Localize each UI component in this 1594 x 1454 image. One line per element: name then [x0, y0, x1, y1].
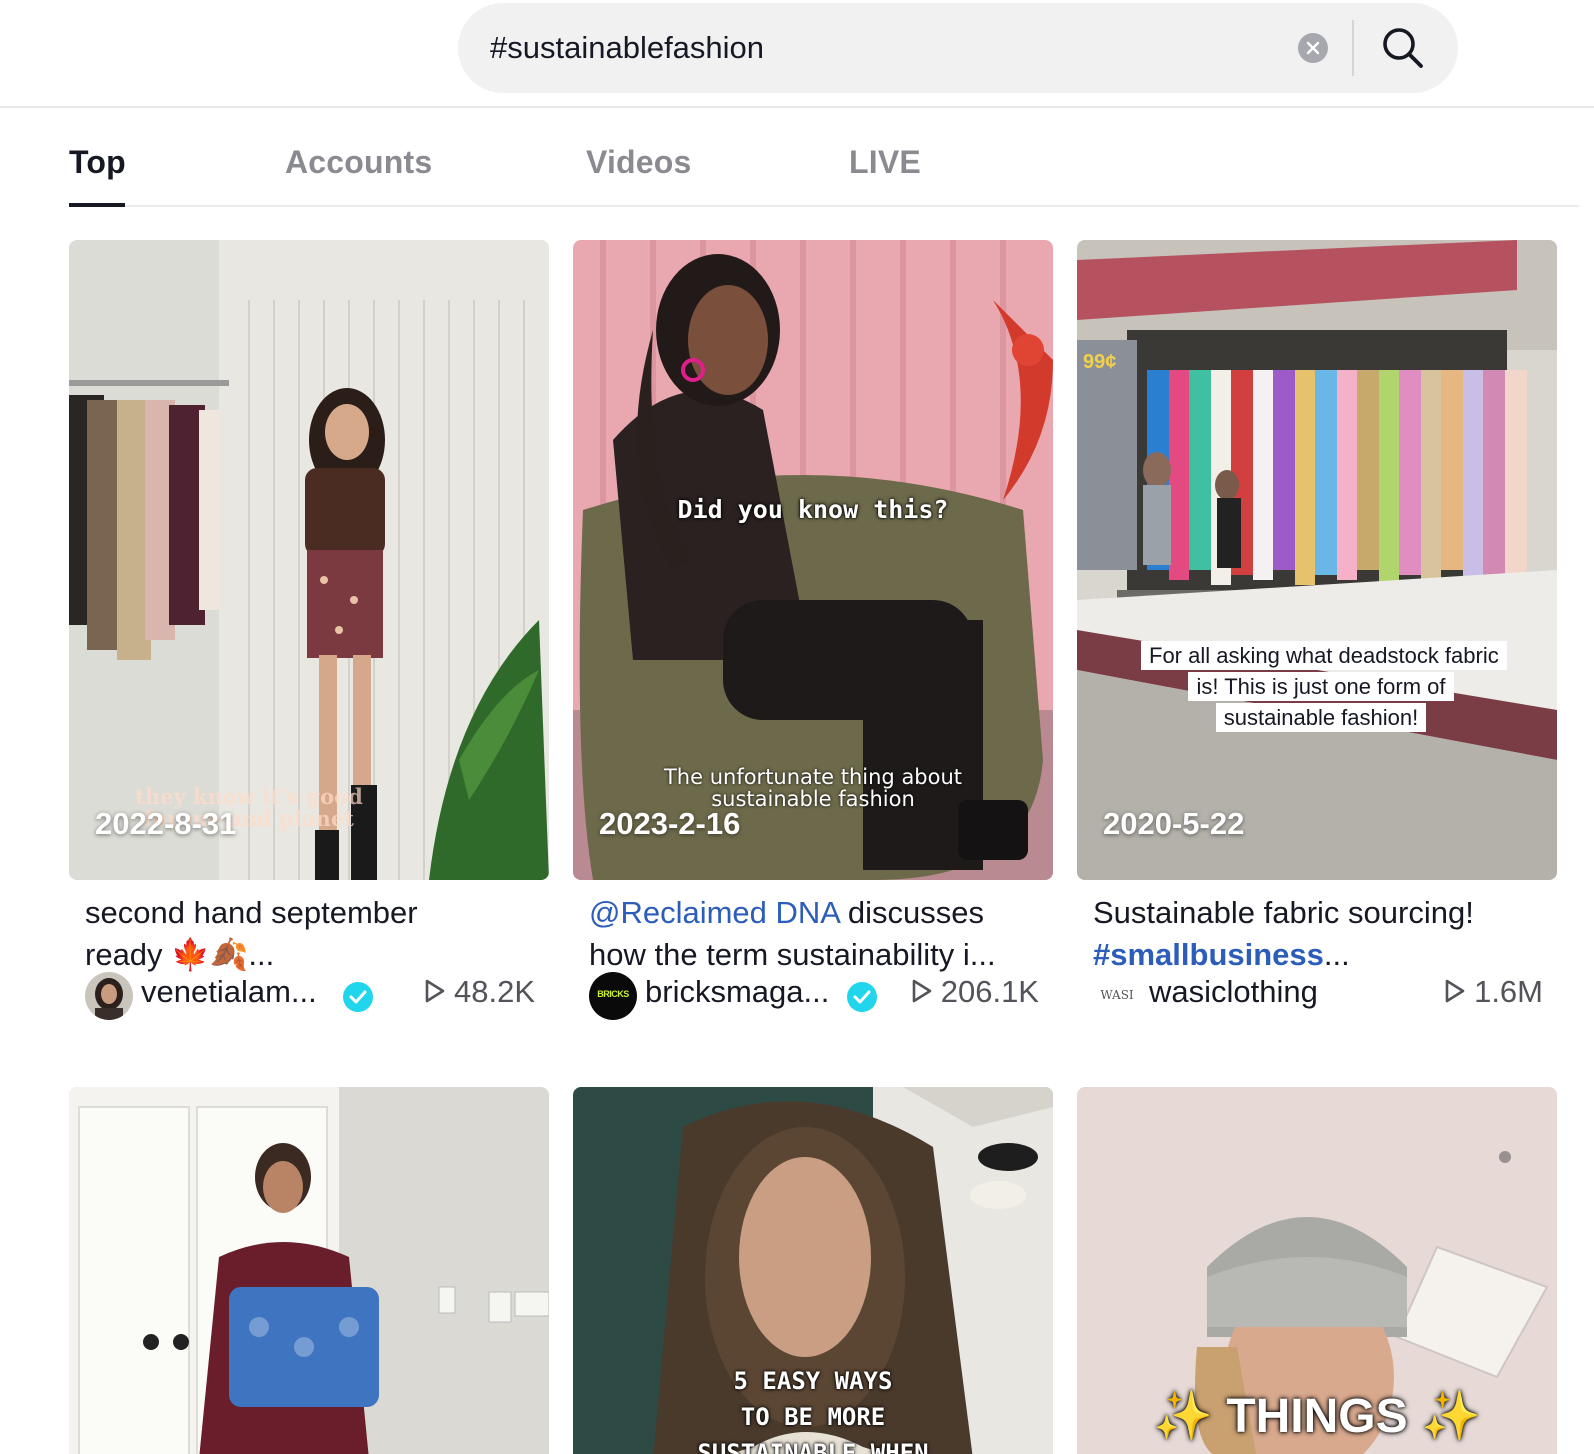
- avatar-image: [85, 972, 133, 1020]
- view-count-value: 1.6M: [1474, 974, 1543, 1009]
- video-card[interactable]: 5 EASY WAYS TO BE MORE SUSTAINABLE WHEN: [573, 1087, 1053, 1454]
- search-input[interactable]: #sustainablefashion: [490, 3, 764, 93]
- video-thumbnail[interactable]: 5 EASY WAYS TO BE MORE SUSTAINABLE WHEN: [573, 1087, 1053, 1454]
- video-subtitle-overlay: The unfortunate thing about sustainable …: [663, 765, 963, 811]
- play-icon: [425, 979, 445, 1003]
- tab-live[interactable]: LIVE: [849, 144, 921, 181]
- view-count-value: 48.2K: [453, 974, 535, 1009]
- author-name[interactable]: bricksmaga...: [645, 974, 829, 1010]
- author-name[interactable]: wasiclothing: [1149, 974, 1318, 1010]
- thumbnail-image: 99¢: [1077, 240, 1557, 880]
- video-caption-overlay: ✨ THINGS ✨: [1153, 1390, 1481, 1443]
- video-meta: venetialam... 48.2K: [85, 970, 535, 1020]
- tab-accounts[interactable]: Accounts: [285, 144, 432, 181]
- view-count-value: 206.1K: [940, 974, 1039, 1009]
- play-icon: [912, 979, 932, 1003]
- search-bar[interactable]: #sustainablefashion: [458, 3, 1458, 93]
- search-icon: [1383, 28, 1423, 68]
- description-text: ...: [1323, 937, 1350, 972]
- search-tabs: Top Accounts Videos LIVE: [69, 140, 1579, 207]
- tab-videos[interactable]: Videos: [586, 144, 692, 181]
- view-count: 48.2K: [424, 974, 535, 1010]
- video-description[interactable]: second hand september ready 🍁🍂...: [85, 892, 535, 976]
- video-card[interactable]: they know it's good for me and planet 20…: [69, 240, 549, 1040]
- verified-badge: [343, 982, 373, 1012]
- close-icon: [1306, 41, 1320, 55]
- video-meta: BRICKS bricksmaga... 206.1K: [589, 970, 1039, 1020]
- top-header: #sustainablefashion: [0, 0, 1594, 108]
- store-sign-text: 99¢: [1083, 351, 1116, 373]
- description-text: discusses: [839, 895, 985, 930]
- avatar-logo-text: WASI: [1100, 988, 1134, 1002]
- video-thumbnail[interactable]: ✨ THINGS ✨: [1077, 1087, 1557, 1454]
- view-count: 206.1K: [911, 974, 1039, 1010]
- tab-top[interactable]: Top: [69, 144, 126, 181]
- video-card[interactable]: ✨ THINGS ✨: [1077, 1087, 1557, 1454]
- check-icon: [349, 990, 367, 1004]
- description-line: @Reclaimed DNA discusses: [589, 892, 1039, 934]
- description-line: second hand september: [85, 895, 418, 930]
- post-date: 2020-5-22: [1103, 806, 1245, 841]
- search-divider: [1352, 20, 1354, 76]
- avatar[interactable]: WASI: [1093, 972, 1141, 1020]
- video-card[interactable]: 99¢ For all asking what deadstock fabric…: [1077, 240, 1557, 1040]
- video-thumbnail[interactable]: [69, 1087, 549, 1454]
- hashtag-link[interactable]: #smallbusiness: [1093, 937, 1324, 972]
- description-line: Sustainable fabric sourcing!: [1093, 895, 1474, 930]
- mention-link[interactable]: @Reclaimed DNA: [589, 895, 839, 930]
- caption-text: For all asking what deadstock fabric is!…: [1141, 641, 1507, 732]
- check-icon: [853, 990, 871, 1004]
- search-button[interactable]: [1380, 25, 1426, 71]
- verified-badge: [847, 982, 877, 1012]
- play-icon: [1445, 979, 1465, 1003]
- post-date: 2022-8-31: [95, 806, 237, 841]
- author-name[interactable]: venetialam...: [141, 974, 317, 1010]
- post-date: 2023-2-16: [599, 806, 741, 841]
- avatar-logo-text: BRICKS: [597, 989, 629, 999]
- avatar[interactable]: BRICKS: [589, 972, 637, 1020]
- video-caption-overlay: 5 EASY WAYS TO BE MORE SUSTAINABLE WHEN: [697, 1367, 929, 1454]
- video-thumbnail[interactable]: 99¢ For all asking what deadstock fabric…: [1077, 240, 1557, 880]
- view-count: 1.6M: [1444, 974, 1543, 1010]
- thumbnail-image: [69, 1087, 549, 1454]
- video-card[interactable]: Did you know this? The unfortunate thing…: [573, 240, 1053, 1040]
- video-card[interactable]: [69, 1087, 549, 1454]
- video-meta: WASI wasiclothing 1.6M: [1093, 970, 1543, 1020]
- active-tab-indicator: [69, 203, 125, 207]
- video-thumbnail[interactable]: they know it's good for me and planet 20…: [69, 240, 549, 880]
- video-caption-overlay: Did you know this?: [677, 495, 949, 524]
- video-caption-overlay: For all asking what deadstock fabric is!…: [1141, 640, 1507, 733]
- clear-search-button[interactable]: [1298, 33, 1328, 63]
- video-description[interactable]: @Reclaimed DNA discusses how the term su…: [589, 892, 1039, 976]
- avatar[interactable]: [85, 972, 133, 1020]
- video-description[interactable]: Sustainable fabric sourcing! #smallbusin…: [1093, 892, 1543, 976]
- video-thumbnail[interactable]: Did you know this? The unfortunate thing…: [573, 240, 1053, 880]
